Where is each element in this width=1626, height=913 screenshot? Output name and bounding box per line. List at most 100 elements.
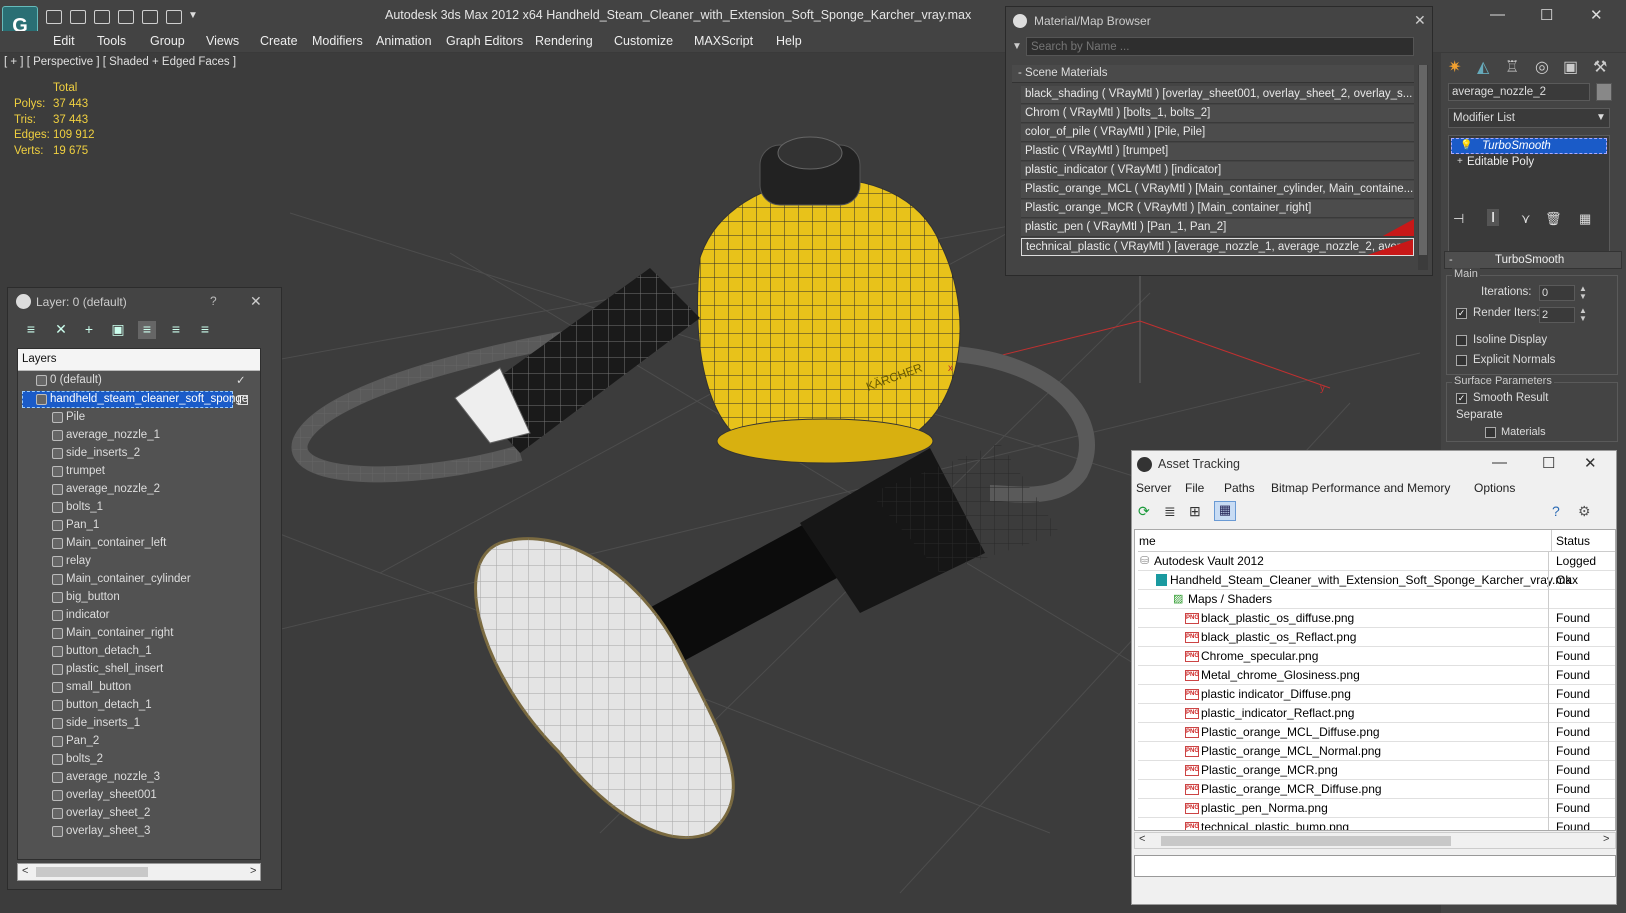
pin-stack-icon[interactable]: ⊣: [1453, 211, 1464, 227]
smooth-result-checkbox[interactable]: ✓: [1456, 393, 1467, 404]
layer-row-selected[interactable]: handheld_steam_cleaner_soft_sponge: [18, 391, 260, 409]
help-button[interactable]: ?: [210, 294, 217, 308]
refresh-icon[interactable]: ⟳: [1138, 503, 1150, 520]
quick-access-dropdown-icon[interactable]: ▼: [188, 10, 198, 21]
current-layer-check-icon[interactable]: ✓: [236, 373, 246, 387]
menu-animation[interactable]: Animation: [376, 34, 432, 48]
show-end-result-icon[interactable]: I: [1487, 209, 1500, 226]
menu-bitmap-performance[interactable]: Bitmap Performance and Memory: [1271, 481, 1450, 495]
object-row[interactable]: average_nozzle_3: [18, 769, 260, 787]
create-tab-icon[interactable]: ✷: [1448, 57, 1461, 77]
material-row-selected[interactable]: technical_plastic ( VRayMtl ) [average_n…: [1021, 238, 1414, 256]
scroll-right-icon[interactable]: >: [250, 865, 256, 877]
material-row[interactable]: Chrom ( VRayMtl ) [bolts_1, bolts_2]: [1021, 105, 1414, 123]
scroll-thumb[interactable]: [1161, 836, 1451, 846]
maximize-icon[interactable]: ☐: [1542, 454, 1555, 472]
map-row[interactable]: PNG black_plastic_os_diffuse.png Found: [1138, 609, 1615, 628]
current-layer-box-icon[interactable]: [238, 395, 248, 405]
configure-sets-icon[interactable]: ▦: [1579, 211, 1591, 227]
map-row[interactable]: PNG Plastic_orange_MCL_Diffuse.png Found: [1138, 723, 1615, 742]
undo-icon[interactable]: [94, 10, 110, 24]
scroll-thumb[interactable]: [1419, 65, 1427, 255]
material-row[interactable]: Plastic_orange_MCR ( VRayMtl ) [Main_con…: [1021, 200, 1414, 218]
object-row[interactable]: indicator: [18, 607, 260, 625]
map-row[interactable]: PNG plastic_pen_Norma.png Found: [1138, 799, 1615, 818]
object-row[interactable]: Pan_2: [18, 733, 260, 751]
spinner-arrows-icon[interactable]: ▲ ▼: [1579, 285, 1587, 301]
object-row[interactable]: Pile: [18, 409, 260, 427]
turbosmooth-rollout-header[interactable]: - TurboSmooth: [1444, 251, 1622, 269]
object-row[interactable]: Main_container_left: [18, 535, 260, 553]
object-row[interactable]: bolts_2: [18, 751, 260, 769]
explicit-normals-checkbox[interactable]: [1456, 355, 1467, 366]
close-icon[interactable]: ✕: [1584, 454, 1597, 472]
object-row[interactable]: button_detach_1: [18, 697, 260, 715]
settings-icon[interactable]: ⚙: [1578, 503, 1591, 520]
layer-row-default[interactable]: 0 (default) ✓: [18, 372, 260, 390]
scroll-thumb[interactable]: [36, 867, 148, 877]
name-column-header[interactable]: me: [1139, 534, 1156, 548]
map-row[interactable]: PNG Chrome_specular.png Found: [1138, 647, 1615, 666]
material-row[interactable]: Plastic_orange_MCL ( VRayMtl ) [Main_con…: [1021, 181, 1414, 199]
scene-materials-rollout[interactable]: - Scene Materials: [1012, 65, 1414, 83]
vault-row[interactable]: ⛁ Autodesk Vault 2012 Logged: [1138, 552, 1615, 571]
motion-tab-icon[interactable]: ◎: [1535, 57, 1549, 77]
open-file-icon[interactable]: [46, 10, 62, 24]
menu-help[interactable]: Help: [776, 34, 802, 48]
map-row[interactable]: PNG black_plastic_os_Reflact.png Found: [1138, 628, 1615, 647]
hierarchy-tab-icon[interactable]: ♖: [1505, 57, 1519, 77]
object-color-swatch[interactable]: [1596, 83, 1612, 101]
menu-rendering[interactable]: Rendering: [535, 34, 593, 48]
status-column-header[interactable]: Status: [1556, 534, 1590, 548]
menu-maxscript[interactable]: MAXScript: [694, 34, 753, 48]
spinner-arrows-icon[interactable]: ▲ ▼: [1579, 307, 1587, 323]
object-row[interactable]: average_nozzle_2: [18, 481, 260, 499]
object-row[interactable]: average_nozzle_1: [18, 427, 260, 445]
add-to-layer-icon[interactable]: +: [80, 321, 98, 339]
object-name-field[interactable]: [1448, 83, 1590, 101]
asset-path-field[interactable]: [1134, 855, 1616, 877]
freeze-all-icon[interactable]: ≡: [196, 321, 214, 339]
object-row[interactable]: Main_container_right: [18, 625, 260, 643]
material-row[interactable]: Plastic ( VRayMtl ) [trumpet]: [1021, 143, 1414, 161]
modifier-list-dropdown[interactable]: Modifier List ▼: [1448, 108, 1610, 128]
minimize-icon[interactable]: —: [1492, 454, 1507, 471]
map-row[interactable]: PNG plastic_indicator_Reflact.png Found: [1138, 704, 1615, 723]
viewport-label[interactable]: [ + ] [ Perspective ] [ Shaded + Edged F…: [4, 56, 236, 68]
scroll-left-icon[interactable]: <: [22, 865, 28, 877]
highlight-selected-icon[interactable]: ≡: [138, 321, 156, 339]
make-unique-icon[interactable]: ⋎: [1521, 211, 1531, 227]
hold-icon[interactable]: [142, 10, 158, 24]
object-row[interactable]: Pan_1: [18, 517, 260, 535]
render-iters-spinner[interactable]: [1539, 307, 1575, 323]
help-icon[interactable]: ?: [1552, 503, 1560, 519]
asset-h-scrollbar[interactable]: < >: [1134, 832, 1616, 849]
isoline-checkbox[interactable]: [1456, 335, 1467, 346]
expand-plus-icon[interactable]: +: [1457, 156, 1463, 167]
save-icon[interactable]: [70, 10, 86, 24]
object-row[interactable]: overlay_sheet_3: [18, 823, 260, 841]
material-row[interactable]: plastic_indicator ( VRayMtl ) [indicator…: [1021, 162, 1414, 180]
scroll-right-icon[interactable]: >: [1603, 833, 1609, 845]
hide-all-icon[interactable]: ≡: [167, 321, 185, 339]
utilities-tab-icon[interactable]: ⚒: [1593, 57, 1607, 77]
object-row[interactable]: bolts_1: [18, 499, 260, 517]
stack-item-editable-poly[interactable]: + Editable Poly: [1451, 155, 1607, 171]
layer-list-h-scrollbar[interactable]: < >: [17, 863, 261, 881]
map-row[interactable]: PNG plastic indicator_Diffuse.png Found: [1138, 685, 1615, 704]
list-view-icon[interactable]: ≣: [1164, 503, 1176, 520]
object-row[interactable]: relay: [18, 553, 260, 571]
material-row[interactable]: black_shading ( VRayMtl ) [overlay_sheet…: [1021, 86, 1414, 104]
layer-list-header[interactable]: Layers: [18, 349, 260, 371]
menu-modifiers[interactable]: Modifiers: [312, 34, 363, 48]
materials-checkbox[interactable]: [1485, 427, 1496, 438]
map-row[interactable]: PNG technical_plastic_bump.png Found: [1138, 818, 1615, 830]
object-row[interactable]: Main_container_cylinder: [18, 571, 260, 589]
menu-tools[interactable]: Tools: [97, 34, 126, 48]
menu-graph-editors[interactable]: Graph Editors: [446, 34, 523, 48]
map-row[interactable]: PNG Plastic_orange_MCR_Diffuse.png Found: [1138, 780, 1615, 799]
close-icon[interactable]: ✕: [1590, 6, 1603, 24]
menu-edit[interactable]: Edit: [53, 34, 75, 48]
maps-group-row[interactable]: ▨ Maps / Shaders: [1138, 590, 1615, 609]
material-list-scrollbar[interactable]: [1418, 65, 1428, 270]
